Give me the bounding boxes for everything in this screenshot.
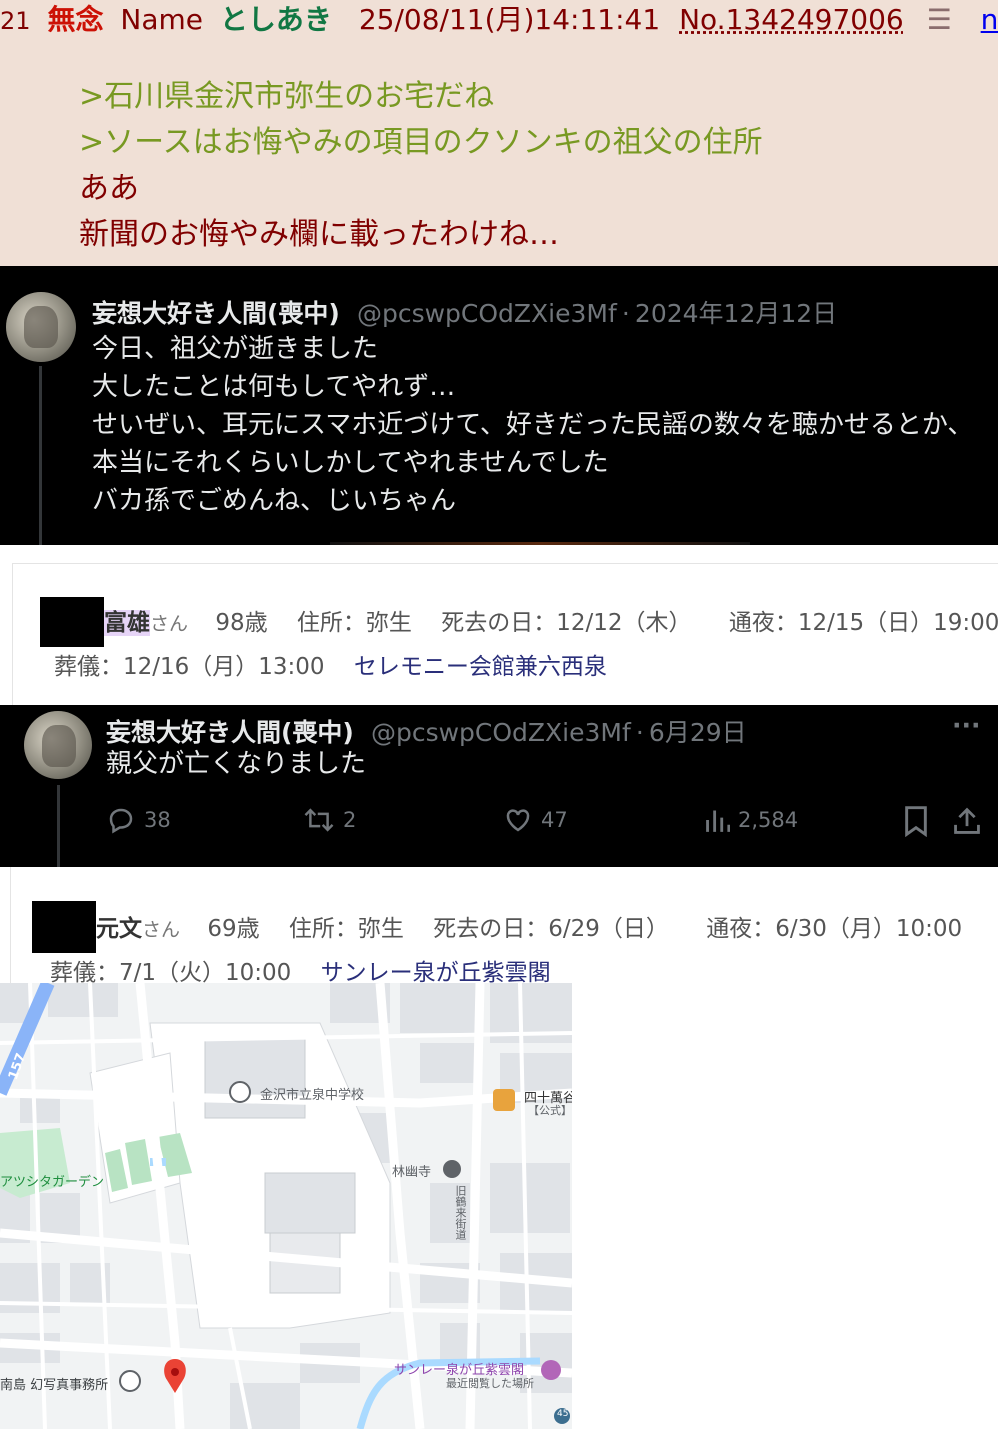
thread-line xyxy=(57,785,60,867)
body-line: 新聞のお悔やみ欄に載ったわけね… xyxy=(79,217,559,252)
reply-button[interactable]: 38 xyxy=(106,805,171,835)
age: 98歳 xyxy=(215,610,268,636)
tweet-date[interactable]: 6月29日 xyxy=(649,718,747,747)
tweet-text: 親父が亡くなりました xyxy=(106,749,367,779)
address: 住所：弥生 xyxy=(296,610,412,636)
obituary-frame xyxy=(10,867,11,983)
thread-line xyxy=(39,366,42,545)
obituary-row: 葬儀：12/16（月）13:00 セレモニー会館兼六西泉 xyxy=(54,647,607,681)
post-date: 25/08/11(月)14:11:41 xyxy=(358,3,661,36)
analytics-icon xyxy=(706,810,730,832)
address: 住所：弥生 xyxy=(288,916,404,942)
post-number: 21 xyxy=(0,7,31,35)
tweet-text-line: せいぜい、耳元にスマホ近づけて、好きだった民謡の数々を聴かせるとか、 xyxy=(92,410,974,440)
display-name[interactable]: 妄想大好き人間(喪中) xyxy=(106,718,354,747)
redaction-block xyxy=(40,597,104,647)
age: 69歳 xyxy=(207,916,260,942)
tweet-date[interactable]: 2024年12月12日 xyxy=(635,299,837,328)
deceased-name: 富雄 xyxy=(104,610,150,636)
street-label: 旧鶴来街道 xyxy=(454,1185,467,1240)
obituary-row: 葬儀：7/1（火）10:00 サンレー泉が丘紫雲閣 xyxy=(50,953,551,987)
avatar[interactable] xyxy=(6,292,76,362)
tweet-text-line: バカ孫でごめんね、じいちゃん xyxy=(92,486,457,516)
list-icon[interactable]: ☰ xyxy=(927,3,952,36)
venue[interactable]: セレモニー会館兼六西泉 xyxy=(354,654,607,680)
name-label: Name xyxy=(120,3,203,36)
tweet-card: 妄想大好き人間(喪中) @pcswpCOdZXie3Mf · 2024年12月1… xyxy=(0,266,998,545)
tweet-header: 妄想大好き人間(喪中) @pcswpCOdZXie3Mf · 2024年12月1… xyxy=(92,294,837,330)
post-subject: 無念 xyxy=(47,3,104,36)
separator-dot: · xyxy=(635,718,644,747)
shop-sub-label: 【公式】i xyxy=(528,1104,572,1117)
honorific: さん xyxy=(150,613,189,635)
reply-count: 38 xyxy=(144,808,171,832)
handle[interactable]: @pcswpCOdZXie3Mf xyxy=(357,299,617,328)
obituary-row: 富雄さん 98歳 住所：弥生 死去の日：12/12（木） 通夜：12/15（日）… xyxy=(104,603,998,637)
post-number-link[interactable]: No.1342497006 xyxy=(679,3,904,36)
board-post: 21 無念 Name としあき 25/08/11(月)14:11:41 No.1… xyxy=(0,0,998,266)
reply-icon xyxy=(109,808,133,834)
death-date: 死去の日：12/12（木） xyxy=(441,610,692,636)
map[interactable]: 金沢市立泉中学校 四十萬谷 【公式】i 林幽寺 アツシタガーデン 157 45 … xyxy=(0,983,572,1429)
retweet-count: 2 xyxy=(343,808,357,832)
honorific: さん xyxy=(142,919,181,941)
temple-label[interactable]: 林幽寺 xyxy=(392,1161,431,1180)
body-line: ああ xyxy=(79,171,139,206)
school-label[interactable]: 金沢市立泉中学校 xyxy=(260,1084,364,1103)
bookmark-icon[interactable] xyxy=(902,805,930,841)
redaction-block xyxy=(32,901,96,953)
like-button[interactable]: 47 xyxy=(503,805,568,835)
retweet-icon xyxy=(304,808,334,832)
obituary-row: 元文さん 69歳 住所：弥生 死去の日：6/29（日） 通夜：6/30（月）10… xyxy=(96,909,962,943)
retweet-button[interactable]: 2 xyxy=(303,805,356,835)
like-count: 47 xyxy=(541,808,568,832)
hall-sub-label: 最近閲覧した場所 xyxy=(446,1377,534,1390)
tweet-text-line: 本当にそれくらいしかしてやれませんでした xyxy=(92,448,609,478)
photo-office-label[interactable]: 南島 幻写真事務所 xyxy=(0,1374,108,1393)
tweet-text-line: 今日、祖父が逝きました xyxy=(92,334,379,364)
quote-line: >石川県金沢市弥生のお宅だね xyxy=(79,79,495,114)
road-number-label: 45 xyxy=(557,1409,569,1419)
wake-time: 通夜：6/30（月）10:00 xyxy=(706,916,963,942)
poster-name: としあき xyxy=(219,3,332,36)
tweet-header: 妄想大好き人間(喪中) @pcswpCOdZXie3Mf · 6月29日 xyxy=(106,713,747,749)
deceased-name: 元文 xyxy=(96,916,142,942)
tweet-card: 妄想大好き人間(喪中) @pcswpCOdZXie3Mf · 6月29日 ···… xyxy=(0,705,998,867)
handle[interactable]: @pcswpCOdZXie3Mf xyxy=(371,718,631,747)
separator-dot: · xyxy=(621,299,630,328)
more-icon[interactable]: ··· xyxy=(952,711,981,740)
death-date: 死去の日：6/29（日） xyxy=(433,916,669,942)
garden-label[interactable]: アツシタガーデン xyxy=(0,1171,104,1190)
avatar[interactable] xyxy=(24,711,92,779)
funeral-time: 葬儀：12/16（月）13:00 xyxy=(54,654,325,680)
quote-line: >ソースはお悔やみの項目のクソンキの祖父の住所 xyxy=(79,125,763,160)
post-header: 21 無念 Name としあき 25/08/11(月)14:11:41 No.1… xyxy=(0,0,998,40)
tweet-text-line: 大したことは何もしてやれず… xyxy=(92,372,456,402)
obituary-entry: 富雄さん 98歳 住所：弥生 死去の日：12/12（木） 通夜：12/15（日）… xyxy=(0,545,998,706)
heart-icon xyxy=(506,809,530,832)
obituary-entry: 元文さん 69歳 住所：弥生 死去の日：6/29（日） 通夜：6/30（月）10… xyxy=(0,867,998,986)
wake-time: 通夜：12/15（日）19:00 xyxy=(728,610,998,636)
share-icon[interactable] xyxy=(953,805,981,841)
display-name[interactable]: 妄想大好き人間(喪中) xyxy=(92,299,340,328)
view-count: 2,584 xyxy=(738,808,799,832)
post-link[interactable]: n xyxy=(981,3,998,36)
views-button[interactable]: 2,584 xyxy=(704,805,798,835)
